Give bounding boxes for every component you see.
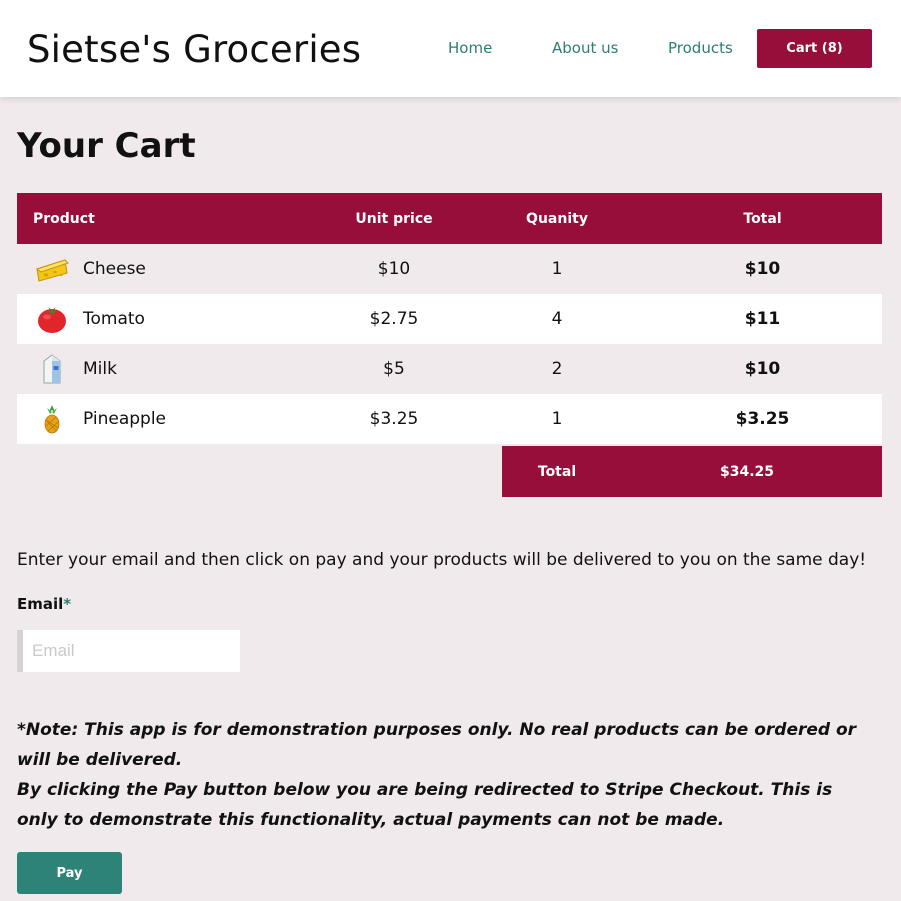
nav-products-link[interactable]: Products xyxy=(668,39,733,57)
product-name: Cheese xyxy=(83,259,146,279)
demo-note-line1: *Note: This app is for demonstration pur… xyxy=(17,720,857,770)
unit-price: $5 xyxy=(383,359,405,379)
site-header: Sietse's Groceries Home About us Product… xyxy=(0,0,901,97)
product-name: Milk xyxy=(83,359,117,379)
row-total: $10 xyxy=(744,259,781,279)
quantity: 1 xyxy=(551,259,563,279)
header-unit-price: Unit price xyxy=(355,210,433,227)
pay-button[interactable]: Pay xyxy=(17,852,122,894)
row-total: $11 xyxy=(744,309,781,329)
demo-note-line2: By clicking the Pay button below you are… xyxy=(17,780,833,830)
site-brand[interactable]: Sietse's Groceries xyxy=(27,28,361,71)
milk-icon xyxy=(35,352,69,386)
quantity: 1 xyxy=(551,409,563,429)
demo-note: *Note: This app is for demonstration pur… xyxy=(17,715,857,835)
header-product: Product xyxy=(33,210,95,227)
cheese-icon xyxy=(35,252,69,286)
cart-button[interactable]: Cart (8) xyxy=(757,29,872,68)
cart-table: Product Unit price Quanity Total Cheese … xyxy=(17,193,882,444)
cart-table-header: Product Unit price Quanity Total xyxy=(17,193,882,244)
product-name: Tomato xyxy=(83,309,145,329)
tomato-icon xyxy=(35,302,69,336)
table-row: Cheese $10 1 $10 xyxy=(17,244,882,294)
table-row: Pineapple $3.25 1 $3.25 xyxy=(17,394,882,444)
header-total: Total xyxy=(743,210,782,227)
summary-total-value: $34.25 xyxy=(719,463,775,480)
summary-total-label: Total xyxy=(537,463,577,480)
quantity: 4 xyxy=(551,309,563,329)
product-name: Pineapple xyxy=(83,409,167,429)
unit-price: $10 xyxy=(377,259,411,279)
cart-total-summary: Total $34.25 xyxy=(502,446,882,497)
quantity: 2 xyxy=(551,359,563,379)
email-input[interactable] xyxy=(17,630,240,672)
row-total: $3.25 xyxy=(735,409,790,429)
checkout-instructions: Enter your email and then click on pay a… xyxy=(17,550,867,570)
nav-home-link[interactable]: Home xyxy=(448,39,492,57)
unit-price: $2.75 xyxy=(369,309,419,329)
page-title: Your Cart xyxy=(17,126,196,166)
table-row: Tomato $2.75 4 $11 xyxy=(17,294,882,344)
unit-price: $3.25 xyxy=(369,409,419,429)
nav-about-link[interactable]: About us xyxy=(552,39,618,57)
email-label: Email* xyxy=(17,595,71,613)
email-label-text: Email xyxy=(17,595,64,613)
pineapple-icon xyxy=(35,402,69,436)
required-mark: * xyxy=(63,595,72,613)
row-total: $10 xyxy=(744,359,781,379)
table-row: Milk $5 2 $10 xyxy=(17,344,882,394)
header-quantity: Quanity xyxy=(526,210,588,227)
